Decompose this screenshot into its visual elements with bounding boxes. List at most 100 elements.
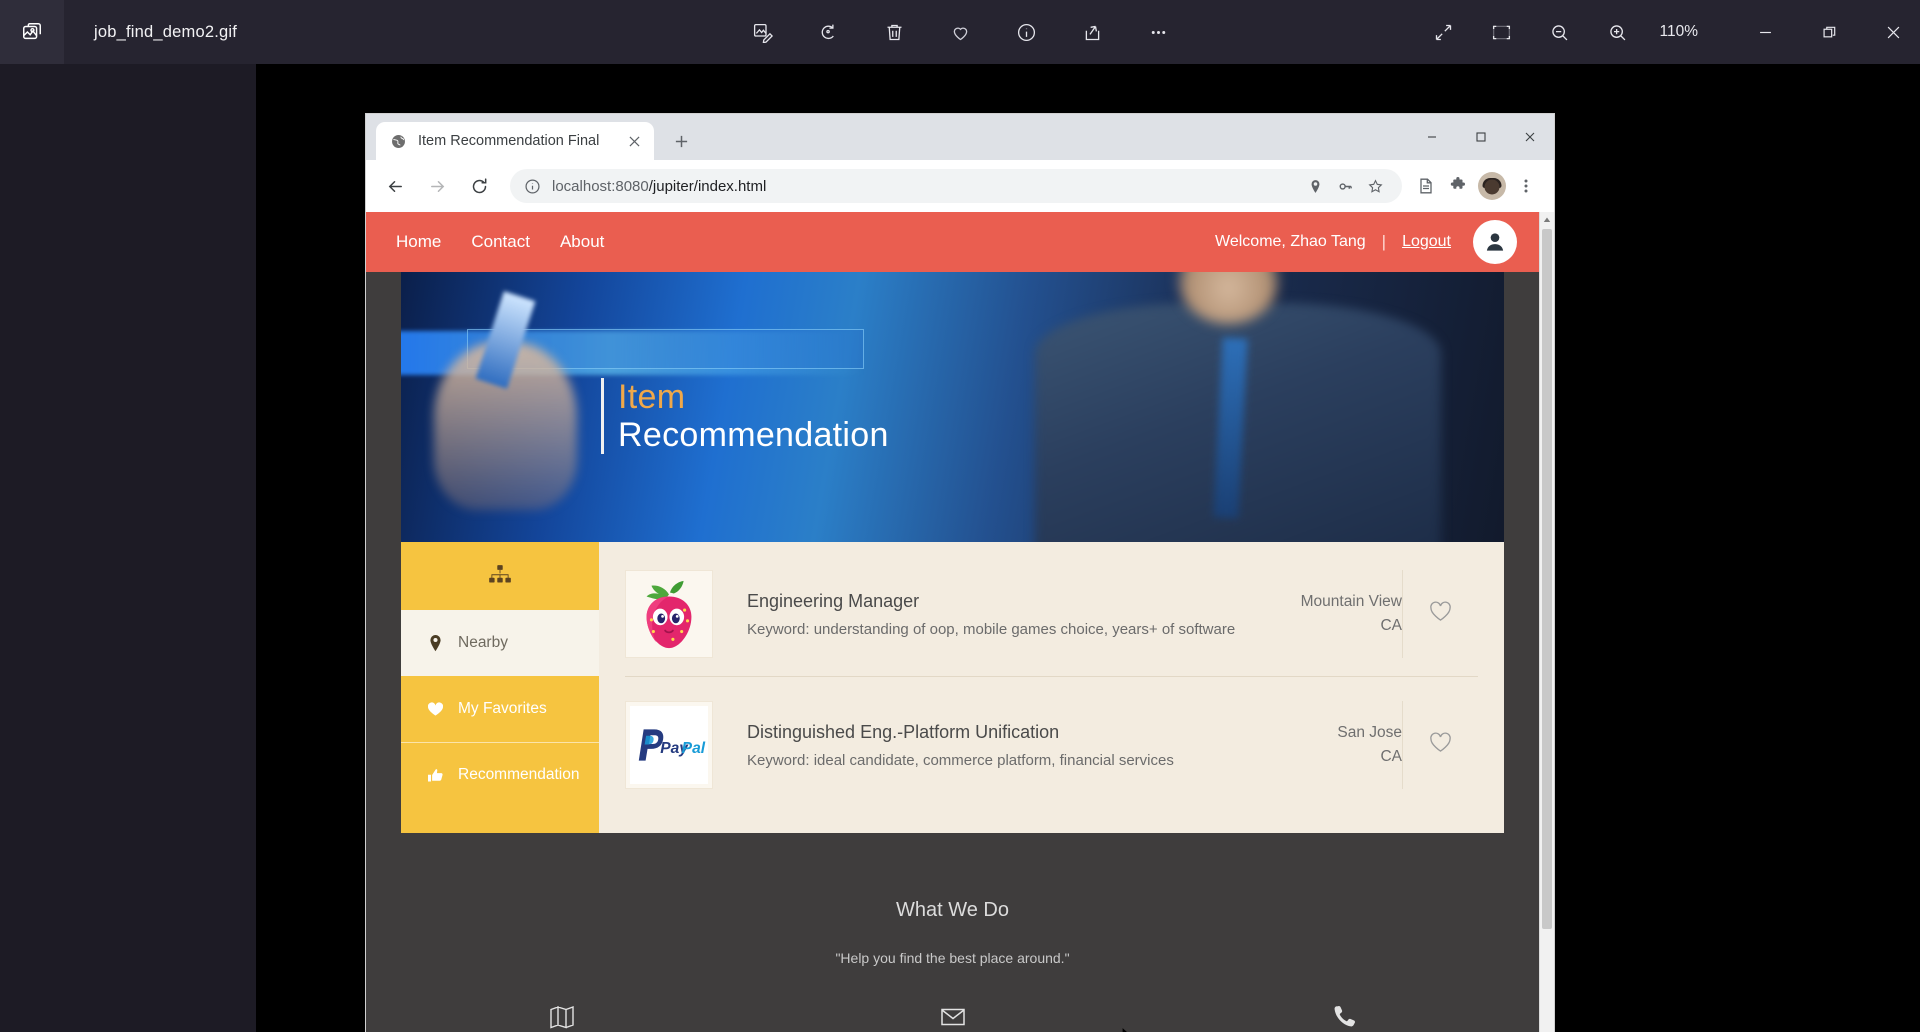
chrome-browser-window: Item Recommendation Final localhost:8080… [366,114,1554,1032]
viewer-center-tools [742,12,1178,52]
more-options-icon[interactable] [1138,12,1178,52]
sidebar-item-recommendation[interactable]: Recommendation [401,742,599,808]
extensions-puzzle-icon[interactable] [1442,170,1474,202]
minimize-icon[interactable] [1407,114,1456,160]
nav-separator: | [1381,232,1387,251]
scroll-up-arrow-icon[interactable] [1540,212,1554,227]
reload-button[interactable] [462,169,496,203]
heart-icon [427,701,444,718]
viewer-right-tools: 110% [1424,12,1920,52]
fullscreen-icon[interactable] [1424,12,1464,52]
delete-icon[interactable] [874,12,914,52]
item-location: Mountain View CA [1252,590,1402,638]
new-tab-button[interactable] [664,124,698,158]
heart-outline-icon [1429,732,1452,758]
welcome-message: Welcome, Zhao Tang [1215,233,1366,250]
footer-quote: "Help you find the best place around." [835,950,1070,966]
item-state: CA [1380,617,1402,634]
edit-image-icon[interactable] [742,12,782,52]
strawberry-logo [625,570,713,658]
close-tab-icon[interactable] [624,131,644,151]
hero-title-line1: Item [618,378,686,416]
sidebar-item-my-favorites[interactable]: My Favorites [401,676,599,742]
forward-button[interactable] [420,169,454,203]
restore-icon[interactable] [1806,12,1852,52]
photos-viewer-window: job_find_demo2.gif 110% Item Recommendat… [0,0,1920,1032]
address-bar[interactable]: localhost:8080/jupiter/index.html [510,169,1402,203]
minimize-icon[interactable] [1742,12,1788,52]
sidebar: Nearby My Favorites Recommendation [401,542,599,833]
close-icon[interactable] [1870,12,1916,52]
favorite-toggle[interactable] [1402,701,1478,789]
site-navbar: Home Contact About Welcome, Zhao Tang | … [366,212,1539,272]
footer-email: info@laioffer.com [757,1000,1148,1032]
paypal-logo: Pay Pal [625,701,713,789]
globe-icon [390,133,407,150]
browser-toolbar: localhost:8080/jupiter/index.html [366,160,1554,212]
page-viewport: Home Contact About Welcome, Zhao Tang | … [366,212,1554,1032]
nav-link-home[interactable]: Home [396,232,441,252]
zoom-out-icon[interactable] [1540,12,1580,52]
favorite-heart-icon[interactable] [940,12,980,52]
main-content: Nearby My Favorites Recommendation Engin… [401,542,1504,833]
url-host: localhost:8080 [552,177,649,195]
profile-avatar[interactable] [1478,172,1506,200]
browser-tab-strip: Item Recommendation Final [366,114,1554,160]
nav-link-contact[interactable]: Contact [471,232,530,252]
footer-heading: What We Do [896,899,1009,921]
image-canvas[interactable]: Item Recommendation Final localhost:8080… [0,64,1920,1032]
url-path: /jupiter/index.html [648,177,767,195]
hero-banner: Item Recommendation [401,272,1504,542]
item-title: Engineering Manager [747,590,920,611]
footer-address: LaiOffer office, CA [366,1000,757,1032]
sidebar-item-nearby[interactable]: Nearby [401,610,599,676]
location-pin-icon[interactable] [1302,173,1328,199]
close-icon[interactable] [1505,114,1554,160]
hero-businessman-image [975,272,1482,542]
reading-list-icon[interactable] [1410,170,1442,202]
bookmark-star-icon[interactable] [1362,173,1388,199]
maximize-icon[interactable] [1456,114,1505,160]
gif-frame: Item Recommendation Final localhost:8080… [256,64,1920,1032]
map-pin-icon [427,634,444,652]
chrome-menu-icon[interactable] [1510,170,1542,202]
phone-icon [1148,1000,1539,1032]
footer-columns: LaiOffer office, CA info@laioffer.com [366,1000,1539,1032]
scrollbar-thumb[interactable] [1542,229,1552,929]
viewer-filename: job_find_demo2.gif [94,22,238,41]
site-nav-user-area: Welcome, Zhao Tang | Logout [1215,220,1517,264]
item-card[interactable]: Engineering Manager Keyword: understandi… [625,564,1478,676]
fit-to-window-icon[interactable] [1482,12,1522,52]
item-city: Mountain View [1300,592,1402,610]
hero-title: Item Recommendation [601,378,889,455]
site-footer: What We Do "Help you find the best place… [366,833,1539,1032]
item-card[interactable]: Pay Pal Distinguished Eng.-Platform Unif… [625,676,1478,807]
site-nav-links: Home Contact About [396,232,604,252]
hero-title-line2: Recommendation [618,416,889,455]
rotate-icon[interactable] [808,12,848,52]
item-keyword: Keyword: ideal candidate, commerce platf… [747,751,1174,769]
browser-tab[interactable]: Item Recommendation Final [376,122,654,160]
page-scrollbar[interactable] [1539,212,1554,1032]
item-info: Distinguished Eng.-Platform Unification … [713,722,1252,769]
item-keyword: Keyword: understanding of oop, mobile ga… [747,620,1236,638]
password-key-icon[interactable] [1332,173,1358,199]
nav-link-about[interactable]: About [560,232,604,252]
sitemap-icon[interactable] [401,542,599,610]
back-button[interactable] [378,169,412,203]
info-icon[interactable] [1006,12,1046,52]
svg-text:Pal: Pal [682,740,706,757]
zoom-in-icon[interactable] [1598,12,1638,52]
share-icon[interactable] [1072,12,1112,52]
zoom-level-label: 110% [1659,23,1699,40]
item-title: Distinguished Eng.-Platform Unification [747,721,1060,742]
heart-outline-icon [1429,601,1452,627]
logout-link[interactable]: Logout [1402,233,1451,251]
info-circle-icon[interactable] [524,178,541,195]
favorite-toggle[interactable] [1402,570,1478,658]
envelope-icon [757,1000,1148,1032]
sidebar-item-label: My Favorites [458,700,547,717]
map-icon [366,1000,757,1032]
item-location: San Jose CA [1252,721,1402,769]
user-avatar-icon[interactable] [1473,220,1517,264]
